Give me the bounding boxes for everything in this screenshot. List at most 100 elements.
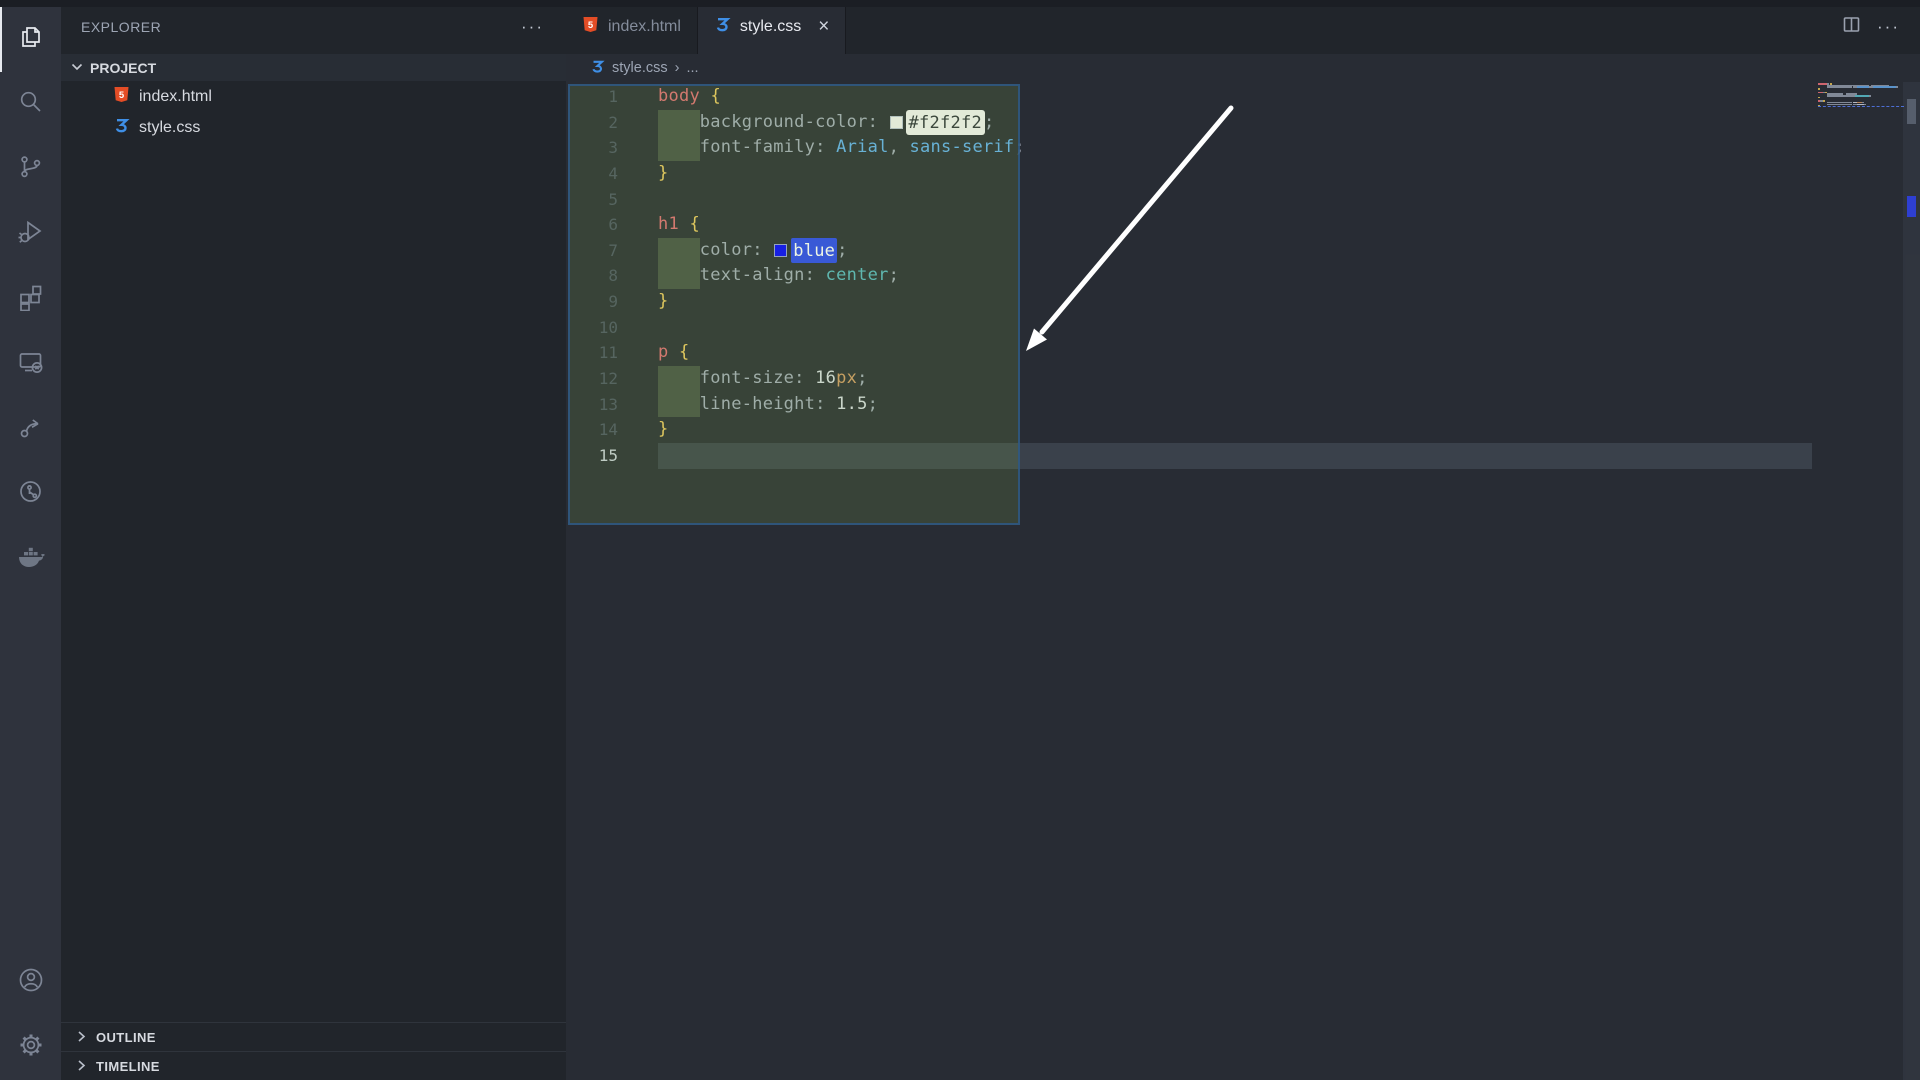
code-token: body (658, 84, 700, 110)
vscode-window: EXPLORER ··· PROJECT 5 index.html style.… (0, 0, 1920, 1080)
css-file-icon (714, 16, 731, 38)
code-line-12[interactable]: 12font-size: 16px; (566, 366, 1920, 392)
code-token: background-color (700, 110, 868, 136)
code-line-11[interactable]: 11p { (566, 340, 1920, 366)
minimap-line-segment (1855, 95, 1869, 97)
file-item-index-html[interactable]: 5 index.html (61, 81, 566, 112)
breadcrumb-more[interactable]: ... (686, 60, 698, 76)
line-number: 12 (566, 366, 618, 392)
code-line-3[interactable]: 3font-family: Arial, sans-serif; (566, 135, 1920, 161)
close-icon[interactable]: × (818, 19, 829, 35)
tab-index-html[interactable]: 5 index.html (566, 0, 698, 54)
code-line-content: color: blue; (658, 238, 848, 264)
activity-docker-button[interactable] (0, 527, 61, 592)
minimap-line-segment (1818, 83, 1827, 85)
code-token (669, 340, 680, 366)
minimap-line-segment (1873, 86, 1896, 88)
activity-search-button[interactable] (0, 72, 61, 137)
code-line-content: line-height: 1.5; (658, 392, 878, 418)
split-editor-icon[interactable] (1842, 15, 1861, 39)
code-token: { (710, 84, 721, 110)
code-token: : (752, 238, 773, 264)
css-file-icon (113, 117, 130, 139)
code-editor[interactable]: 1body {2background-color: #f2f2f2;3font-… (566, 82, 1920, 1080)
line-number: 11 (566, 340, 618, 366)
code-line-14[interactable]: 14} (566, 417, 1920, 443)
code-token: font-size (700, 366, 794, 392)
code-line-1[interactable]: 1body { (566, 84, 1920, 110)
indent-highlight (658, 238, 700, 264)
sidebar-title: EXPLORER (81, 19, 161, 35)
activity-explorer-button[interactable] (0, 7, 61, 72)
code-line-15[interactable]: 15 (566, 443, 1920, 469)
code-line-9[interactable]: 9} (566, 289, 1920, 315)
code-token: ; (868, 392, 879, 418)
panel-label: OUTLINE (96, 1030, 156, 1045)
window-top-edge (0, 0, 1920, 7)
activity-settings-button[interactable] (0, 1015, 61, 1080)
indent-highlight (658, 263, 700, 289)
line-number: 9 (566, 289, 618, 315)
activity-circle-tool-button[interactable] (0, 462, 61, 527)
code-token: line-height (700, 392, 815, 418)
code-token: h1 (658, 212, 679, 238)
breadcrumb-file[interactable]: style.css (612, 60, 668, 76)
tab-bar: 5 index.html style.css × ··· (566, 0, 1920, 54)
activity-remote-explorer-button[interactable] (0, 332, 61, 397)
section-header-project[interactable]: PROJECT (61, 54, 566, 81)
tab-label: index.html (608, 18, 681, 36)
color-swatch[interactable] (890, 116, 903, 129)
panel-outline[interactable]: OUTLINE (61, 1022, 566, 1051)
minimap-line-segment (1818, 88, 1820, 90)
line-number: 6 (566, 212, 618, 238)
file-item-style-css[interactable]: style.css (61, 112, 566, 143)
color-swatch[interactable] (774, 244, 787, 257)
line-number: 8 (566, 263, 618, 289)
docker-whale-icon (16, 542, 46, 577)
minimap-line-segment (1827, 104, 1852, 106)
code-line-8[interactable]: 8text-align: center; (566, 263, 1920, 289)
code-token: ; (837, 238, 848, 264)
explorer-more-actions-button[interactable]: ··· (521, 22, 544, 32)
activity-account-button[interactable] (0, 950, 61, 1015)
panel-label: TIMELINE (96, 1059, 160, 1074)
activity-live-share-button[interactable] (0, 397, 61, 462)
code-token: } (658, 289, 669, 315)
remote-monitor-icon (17, 348, 45, 381)
scrollbar-track[interactable] (1903, 82, 1920, 1080)
circle-network-icon (17, 478, 45, 511)
file-name: style.css (139, 119, 200, 137)
tab-style-css[interactable]: style.css × (698, 0, 846, 54)
panel-timeline[interactable]: TIMELINE (61, 1051, 566, 1080)
code-token: } (658, 417, 669, 443)
code-token (679, 212, 690, 238)
chevron-right-icon (76, 1059, 87, 1074)
chevron-right-icon (76, 1030, 87, 1045)
code-line-content: } (658, 289, 669, 315)
html-file-icon: 5 (113, 86, 130, 108)
activity-run-debug-button[interactable] (0, 202, 61, 267)
code-line-7[interactable]: 7color: blue; (566, 238, 1920, 264)
svg-text:5: 5 (588, 20, 594, 31)
code-token: : (815, 135, 836, 161)
minimap-current-line-marker (1818, 106, 1904, 107)
css-file-icon (590, 59, 605, 78)
editor-more-actions-button[interactable]: ··· (1877, 22, 1900, 32)
code-line-5[interactable]: 5 (566, 187, 1920, 213)
code-token: } (658, 161, 669, 187)
html-file-icon: 5 (582, 16, 599, 38)
activity-source-control-button[interactable] (0, 137, 61, 202)
minimap[interactable] (1818, 83, 1904, 113)
scrollbar-thumb[interactable] (1907, 99, 1916, 124)
code-token: 1.5 (836, 392, 867, 418)
activity-extensions-button[interactable] (0, 267, 61, 332)
code-line-6[interactable]: 6 h1 { (566, 212, 1920, 238)
indent-highlight (658, 135, 700, 161)
code-line-4[interactable]: 4} (566, 161, 1920, 187)
code-token: 16 (815, 366, 836, 392)
minimap-line-segment (1818, 97, 1820, 99)
code-line-13[interactable]: 13line-height: 1.5; (566, 392, 1920, 418)
code-token: { (689, 212, 700, 238)
code-line-2[interactable]: 2background-color: #f2f2f2; (566, 110, 1920, 136)
code-line-10[interactable]: 10 (566, 315, 1920, 341)
